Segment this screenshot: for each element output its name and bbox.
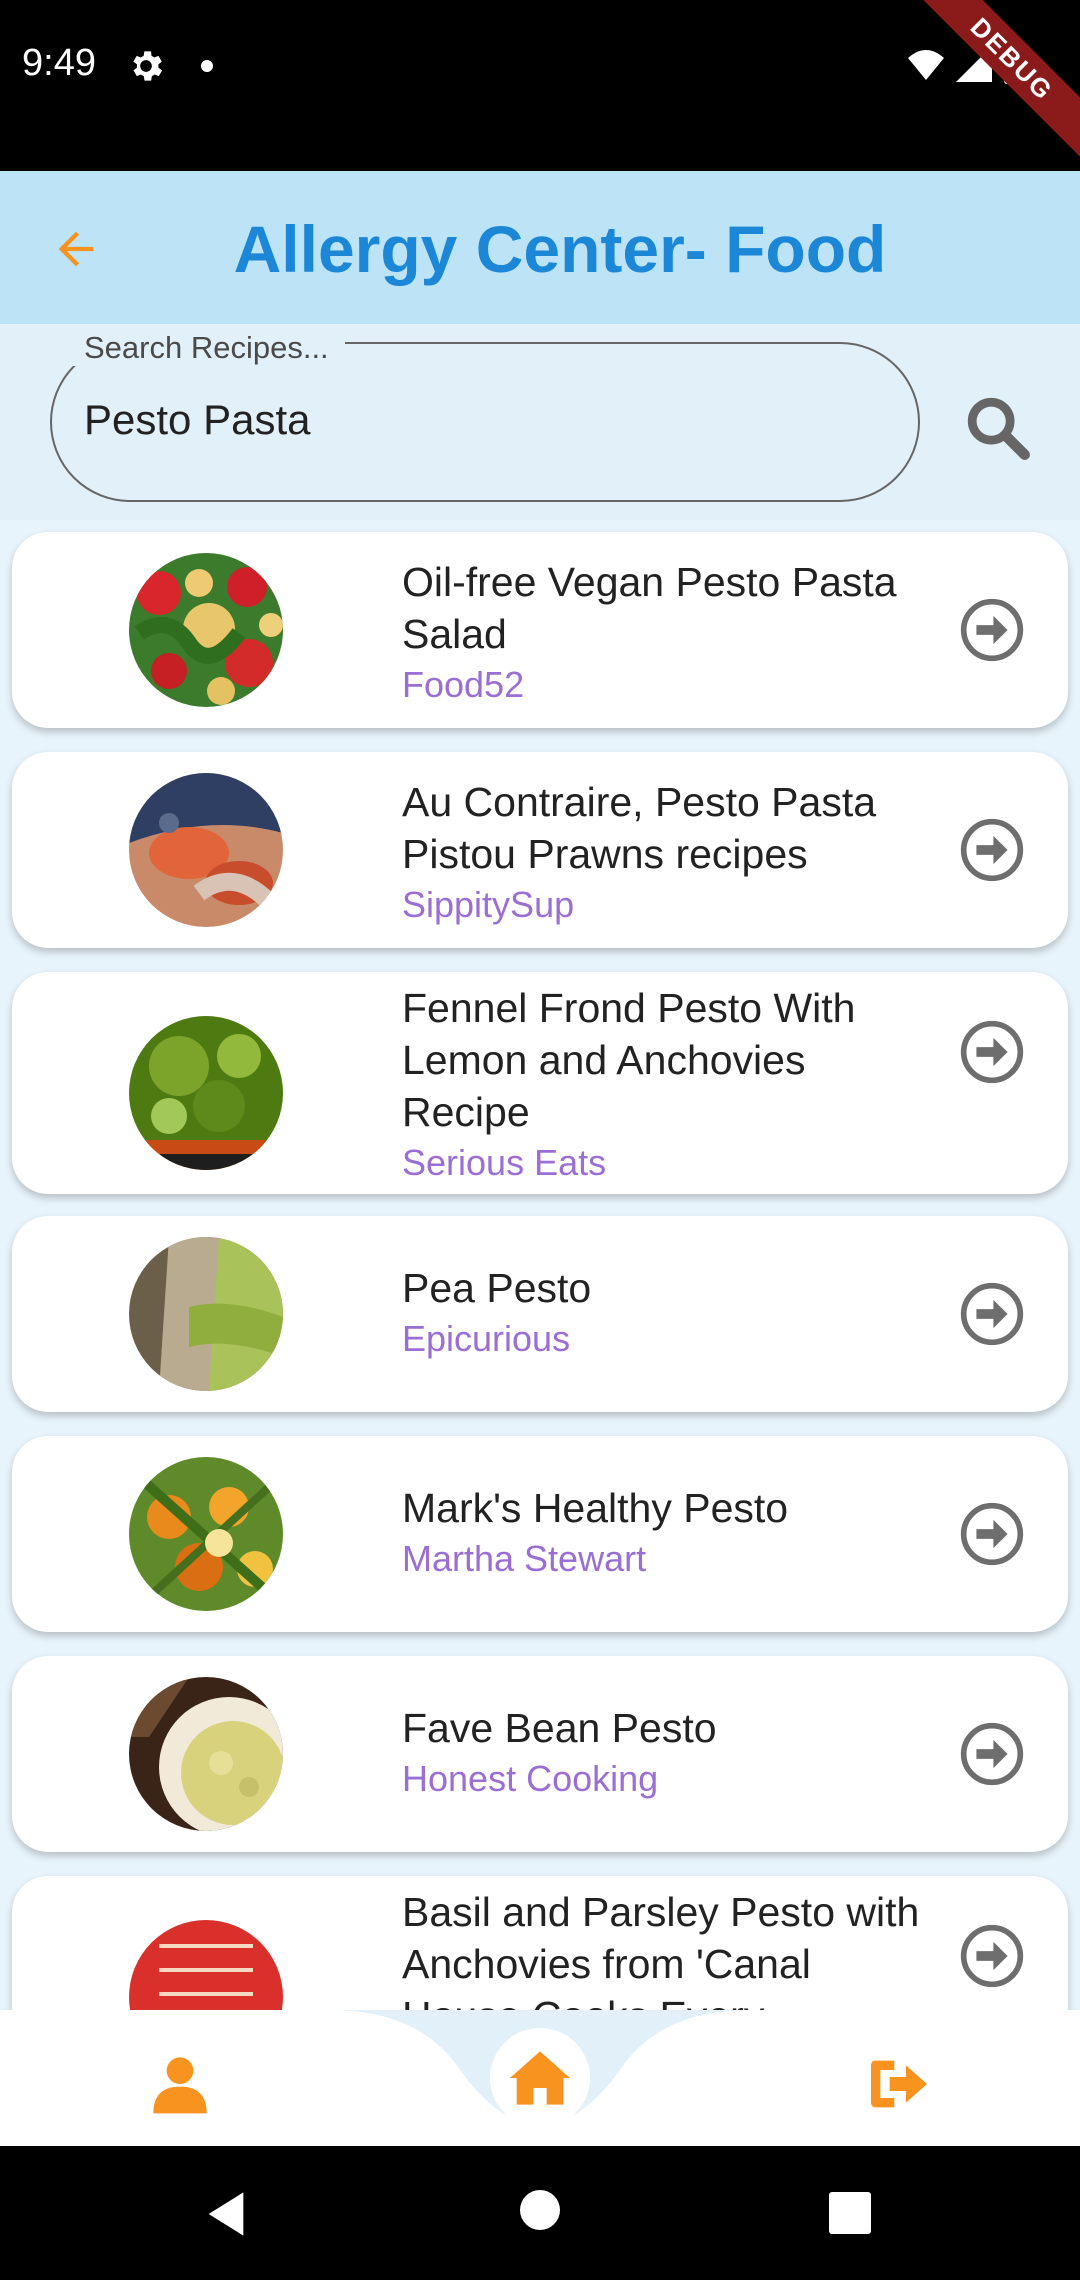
recents-square-icon[interactable]: [829, 2192, 871, 2234]
arrow-circle-right-icon[interactable]: [958, 596, 1026, 664]
arrow-circle-right-icon[interactable]: [958, 1500, 1026, 1568]
arrow-circle-right-icon[interactable]: [958, 1922, 1026, 1990]
search-icon[interactable]: [962, 392, 1032, 462]
vegetables-image: [129, 1457, 283, 1611]
arrow-circle-right-icon[interactable]: [958, 1720, 1026, 1788]
bottom-nav: [0, 2010, 1080, 2146]
recipe-title: Oil-free Vegan Pesto Pasta Salad: [402, 559, 897, 657]
pasta-salad-image: [129, 553, 283, 707]
recipe-card[interactable]: Au Contraire, Pesto Pasta Pistou Prawns …: [12, 752, 1068, 948]
recipe-text: Fave Bean Pesto Honest Cooking: [402, 1702, 922, 1802]
book-cover-image: [129, 1920, 283, 2010]
back-triangle-icon[interactable]: [200, 2188, 252, 2240]
gear-icon: [133, 51, 163, 81]
recipe-title: Fave Bean Pesto: [402, 1705, 717, 1751]
logout-icon[interactable]: [866, 2056, 932, 2112]
pea-pesto-image: [129, 1237, 283, 1391]
recipe-source: Food52: [402, 664, 525, 705]
recipe-source: Epicurious: [402, 1318, 571, 1359]
search-label: Search Recipes...: [68, 330, 345, 366]
status-time: 9:49: [22, 42, 96, 84]
search-input[interactable]: [84, 392, 884, 448]
recipe-title: Pea Pesto: [402, 1265, 592, 1311]
recipe-source: Martha Stewart: [402, 1538, 647, 1579]
search-bar: Search Recipes...: [0, 324, 1080, 520]
home-button[interactable]: [490, 2028, 590, 2128]
recipe-thumbnail: [129, 1677, 283, 1831]
recipe-card[interactable]: Fennel Frond Pesto With Lemon and Anchov…: [12, 972, 1068, 1194]
green-pesto-image: [129, 1016, 283, 1170]
recipe-thumbnail: [129, 1016, 283, 1170]
recipe-source: SippitySup: [402, 884, 575, 925]
recipe-thumbnail: [129, 1920, 283, 2010]
recipe-card[interactable]: Basil and Parsley Pesto with Anchovies f…: [12, 1876, 1068, 2010]
recipe-title: Fennel Frond Pesto With Lemon and Anchov…: [402, 985, 856, 1135]
recipe-text: Mark's Healthy Pesto Martha Stewart: [402, 1482, 922, 1582]
home-icon: [510, 2051, 570, 2105]
person-icon[interactable]: [148, 2052, 212, 2116]
recipe-text: Basil and Parsley Pesto with Anchovies f…: [402, 1886, 922, 2010]
home-circle-icon[interactable]: [520, 2190, 560, 2230]
prawns-image: [129, 773, 283, 927]
recipe-text: Pea Pesto Epicurious: [402, 1262, 922, 1362]
arrow-circle-right-icon[interactable]: [958, 816, 1026, 884]
recipe-thumbnail: [129, 1237, 283, 1391]
wifi-icon: [908, 50, 944, 80]
recipe-thumbnail: [129, 553, 283, 707]
recipe-thumbnail: [129, 1457, 283, 1611]
recipe-title: Basil and Parsley Pesto with Anchovies f…: [402, 1889, 920, 2010]
recipe-card[interactable]: Fave Bean Pesto Honest Cooking: [12, 1656, 1068, 1852]
arrow-circle-right-icon[interactable]: [958, 1018, 1026, 1086]
bean-pesto-bowl-image: [129, 1677, 283, 1831]
recipe-source: Honest Cooking: [402, 1758, 659, 1799]
recipe-card[interactable]: Pea Pesto Epicurious: [12, 1216, 1068, 1412]
recipe-source: Serious Eats: [402, 1142, 607, 1183]
arrow-circle-right-icon[interactable]: [958, 1280, 1026, 1348]
recipe-text: Fennel Frond Pesto With Lemon and Anchov…: [402, 982, 922, 1186]
app-bar: Allergy Center- Food: [0, 171, 1080, 324]
status-bar: 9:49 DEBUG: [0, 0, 1080, 171]
system-nav-bar: [0, 2146, 1080, 2280]
recipe-title: Au Contraire, Pesto Pasta Pistou Prawns …: [402, 779, 877, 877]
recipe-text: Oil-free Vegan Pesto Pasta Salad Food52: [402, 556, 922, 708]
recipe-list: Oil-free Vegan Pesto Pasta Salad Food52 …: [0, 520, 1080, 2010]
page-title: Allergy Center- Food: [233, 212, 887, 286]
recipe-card[interactable]: Oil-free Vegan Pesto Pasta Salad Food52: [12, 532, 1068, 728]
recipe-title: Mark's Healthy Pesto: [402, 1485, 789, 1531]
recipe-card[interactable]: Mark's Healthy Pesto Martha Stewart: [12, 1436, 1068, 1632]
notification-dot-icon: [201, 60, 213, 72]
recipe-thumbnail: [129, 773, 283, 927]
search-field[interactable]: [50, 342, 920, 502]
recipe-text: Au Contraire, Pesto Pasta Pistou Prawns …: [402, 776, 922, 928]
